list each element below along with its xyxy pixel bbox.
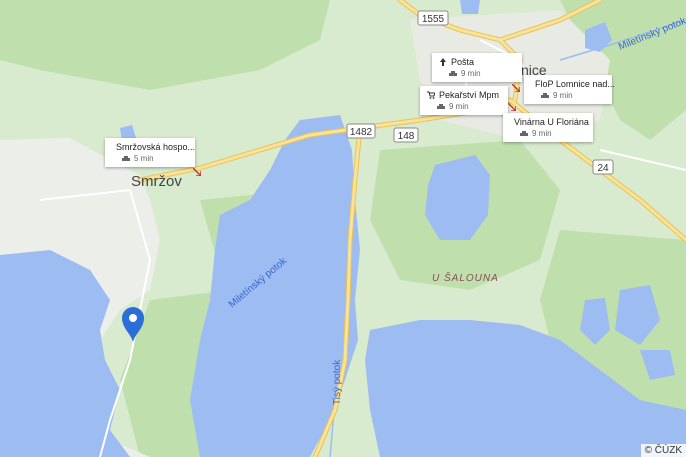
poi-name: Smržovská hospo... [116,142,196,152]
car-icon [449,70,457,76]
post-icon [440,58,446,66]
svg-text:1555: 1555 [422,14,445,25]
poi-name: Pekařství Mpm [439,90,500,100]
poi-arrow-icon [512,84,520,92]
poi-name: FloP Lomnice nad... [535,79,615,89]
locality-label-u-salouna: U ŠALOUNA [432,271,499,284]
copyright-notice[interactable]: © ČÚZK [640,444,686,457]
poi-card-flop[interactable]: FloP Lomnice nad... 9 min [524,75,615,104]
road-shield-1555: 1555 [417,10,449,26]
car-icon [122,155,130,161]
water-label-tisy: Tisý potok [332,359,343,405]
poi-name: Pošta [451,57,475,67]
poi-travel-time: 9 min [532,129,552,138]
road-shield-24: 24 [592,159,614,175]
svg-text:1482: 1482 [350,127,373,138]
poi-travel-time: 9 min [449,102,469,111]
road-shield-1482: 1482 [346,123,376,139]
car-icon [437,103,445,109]
svg-text:148: 148 [398,131,415,142]
town-label-smrzov: Smržov [131,173,182,190]
car-icon [541,92,549,98]
road-shield-148: 148 [393,127,419,143]
car-icon [520,130,528,136]
poi-card-pekarstvi[interactable]: Pekařství Mpm 9 min [420,86,508,115]
map-canvas[interactable]: 1555 1482 148 24 Smržov nice U ŠALOUNA M… [0,0,686,457]
poi-arrow-icon [193,168,201,176]
poi-card-posta[interactable]: Pošta 9 min [432,53,522,82]
poi-arrow-icon [508,103,516,111]
poi-card-smrzovska-hospoda[interactable]: Smržovská hospo... 5 min [105,138,195,167]
shop-icon [427,91,435,99]
svg-text:24: 24 [597,163,609,174]
poi-travel-time: 9 min [553,91,573,100]
poi-name: Vinárna U Floriána [514,117,589,127]
poi-travel-time: 9 min [461,69,481,78]
poi-travel-time: 5 min [134,154,154,163]
poi-card-vinarna[interactable]: Vinárna U Floriána 9 min [503,113,593,142]
